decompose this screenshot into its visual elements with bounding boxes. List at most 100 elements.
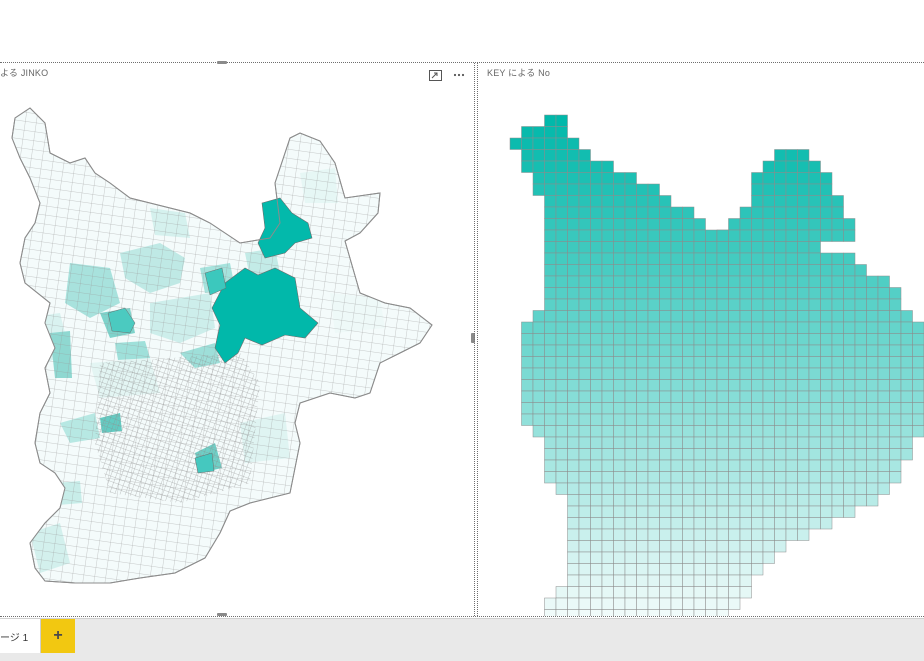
grid-cell[interactable]	[579, 495, 591, 507]
grid-cell[interactable]	[717, 472, 729, 484]
grid-cell[interactable]	[740, 357, 752, 369]
grid-cell[interactable]	[579, 460, 591, 472]
grid-cell[interactable]	[786, 483, 798, 495]
grid-cell[interactable]	[625, 276, 637, 288]
grid-cell[interactable]	[809, 184, 821, 196]
grid-cell[interactable]	[844, 288, 856, 300]
grid-cell[interactable]	[694, 483, 706, 495]
grid-cell[interactable]	[878, 414, 890, 426]
grid-cell[interactable]	[614, 552, 626, 564]
grid-cell[interactable]	[533, 391, 545, 403]
grid-cell[interactable]	[798, 334, 810, 346]
grid-cell[interactable]	[625, 598, 637, 610]
grid-cell[interactable]	[867, 345, 879, 357]
grid-cell[interactable]	[809, 495, 821, 507]
grid-cell[interactable]	[890, 437, 902, 449]
grid-cell[interactable]	[740, 207, 752, 219]
grid-cell[interactable]	[660, 334, 672, 346]
grid-cell[interactable]	[832, 472, 844, 484]
grid-cell[interactable]	[671, 265, 683, 277]
grid-cell[interactable]	[729, 391, 741, 403]
grid-cell[interactable]	[775, 357, 787, 369]
grid-cell[interactable]	[775, 449, 787, 461]
grid-cell[interactable]	[809, 368, 821, 380]
grid-cell[interactable]	[706, 587, 718, 599]
grid-cell[interactable]	[775, 483, 787, 495]
grid-cell[interactable]	[844, 460, 856, 472]
grid-cell[interactable]	[556, 173, 568, 185]
grid-cell[interactable]	[786, 230, 798, 242]
grid-cell[interactable]	[878, 357, 890, 369]
grid-cell[interactable]	[763, 518, 775, 530]
grid-cell[interactable]	[591, 265, 603, 277]
map-drawing[interactable]	[0, 63, 474, 616]
grid-cell[interactable]	[522, 345, 534, 357]
grid-cell[interactable]	[683, 587, 695, 599]
grid-cell[interactable]	[591, 426, 603, 438]
grid-cell[interactable]	[568, 414, 580, 426]
grid-cell[interactable]	[545, 184, 557, 196]
grid-cell[interactable]	[775, 345, 787, 357]
grid-cell[interactable]	[568, 552, 580, 564]
grid-cell[interactable]	[545, 276, 557, 288]
grid-cell[interactable]	[591, 357, 603, 369]
grid-cell[interactable]	[832, 426, 844, 438]
grid-cell[interactable]	[786, 161, 798, 173]
grid-cell[interactable]	[602, 242, 614, 254]
grid-cell[interactable]	[671, 242, 683, 254]
grid-cell[interactable]	[706, 472, 718, 484]
grid-cell[interactable]	[867, 299, 879, 311]
grid-cell[interactable]	[786, 403, 798, 415]
grid-cell[interactable]	[844, 495, 856, 507]
grid-cell[interactable]	[660, 529, 672, 541]
grid-cell[interactable]	[855, 288, 867, 300]
grid-cell[interactable]	[844, 449, 856, 461]
grid-cell[interactable]	[740, 449, 752, 461]
grid-cell[interactable]	[602, 518, 614, 530]
grid-cell[interactable]	[786, 518, 798, 530]
grid-cell[interactable]	[913, 322, 924, 334]
grid-cell[interactable]	[660, 253, 672, 265]
grid-cell[interactable]	[717, 437, 729, 449]
grid-cell[interactable]	[579, 161, 591, 173]
grid-cell[interactable]	[683, 483, 695, 495]
grid-cell[interactable]	[568, 426, 580, 438]
grid-cell[interactable]	[809, 230, 821, 242]
grid-cell[interactable]	[763, 207, 775, 219]
grid-cell[interactable]	[832, 380, 844, 392]
grid-cell[interactable]	[763, 426, 775, 438]
grid-cell[interactable]	[683, 242, 695, 254]
grid-cell[interactable]	[832, 311, 844, 323]
grid-cell[interactable]	[740, 219, 752, 231]
grid-cell[interactable]	[694, 311, 706, 323]
grid-cell[interactable]	[786, 288, 798, 300]
grid-cell[interactable]	[717, 529, 729, 541]
grid-cell[interactable]	[579, 334, 591, 346]
grid-cell[interactable]	[717, 242, 729, 254]
grid-cell[interactable]	[855, 299, 867, 311]
grid-cell[interactable]	[729, 253, 741, 265]
grid-cell[interactable]	[832, 265, 844, 277]
grid-cell[interactable]	[660, 207, 672, 219]
grid-cell[interactable]	[694, 357, 706, 369]
grid-cell[interactable]	[602, 276, 614, 288]
grid-cell[interactable]	[740, 495, 752, 507]
grid-cell[interactable]	[556, 598, 568, 610]
grid-cell[interactable]	[694, 426, 706, 438]
grid-cell[interactable]	[694, 368, 706, 380]
grid-cell[interactable]	[683, 265, 695, 277]
grid-cell[interactable]	[568, 598, 580, 610]
grid-cell[interactable]	[591, 518, 603, 530]
grid-cell[interactable]	[533, 403, 545, 415]
grid-cell[interactable]	[729, 380, 741, 392]
grid-cell[interactable]	[798, 437, 810, 449]
grid-cell[interactable]	[832, 322, 844, 334]
grid-cell[interactable]	[786, 173, 798, 185]
grid-cell[interactable]	[775, 391, 787, 403]
grid-cell[interactable]	[683, 518, 695, 530]
grid-cell[interactable]	[694, 276, 706, 288]
grid-cell[interactable]	[625, 311, 637, 323]
grid-cell[interactable]	[579, 253, 591, 265]
grid-cell[interactable]	[786, 184, 798, 196]
grid-cell[interactable]	[809, 299, 821, 311]
